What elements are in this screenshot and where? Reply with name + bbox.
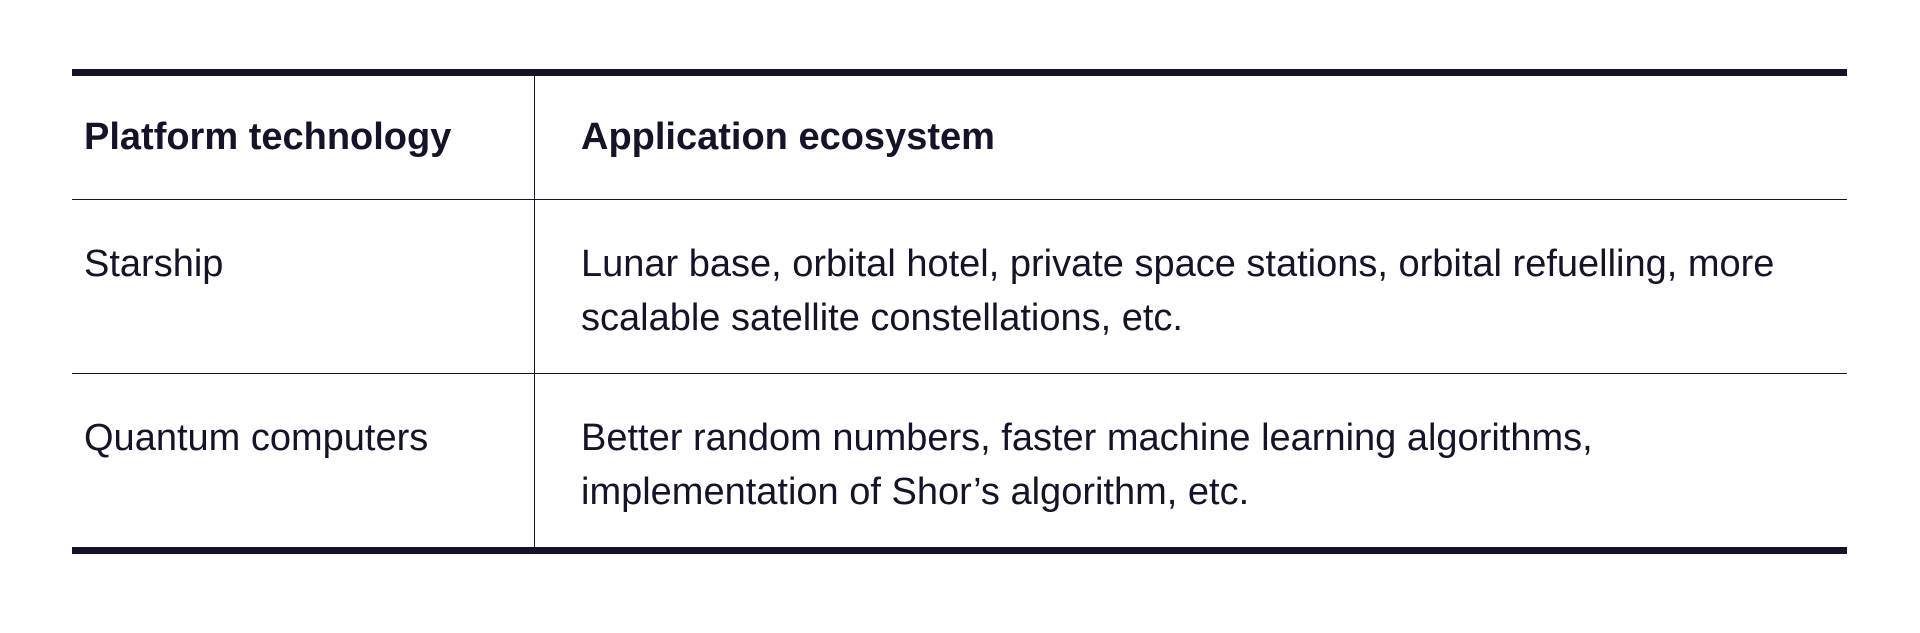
comparison-table: Platform technology Application ecosyste… <box>72 69 1847 554</box>
header-application-ecosystem: Application ecosystem <box>581 116 995 158</box>
platform-cell: Quantum computers <box>72 374 535 547</box>
table-row: Starship Lunar base, orbital hotel, priv… <box>72 199 1847 373</box>
table-row: Quantum computers Better random numbers,… <box>72 373 1847 547</box>
ecosystem-cell: Better random numbers, faster machine le… <box>581 417 1593 513</box>
platform-cell: Starship <box>72 200 535 373</box>
table-header-row: Platform technology Application ecosyste… <box>72 76 1847 199</box>
ecosystem-cell: Lunar base, orbital hotel, private space… <box>581 243 1775 339</box>
header-platform-technology: Platform technology <box>72 76 535 199</box>
